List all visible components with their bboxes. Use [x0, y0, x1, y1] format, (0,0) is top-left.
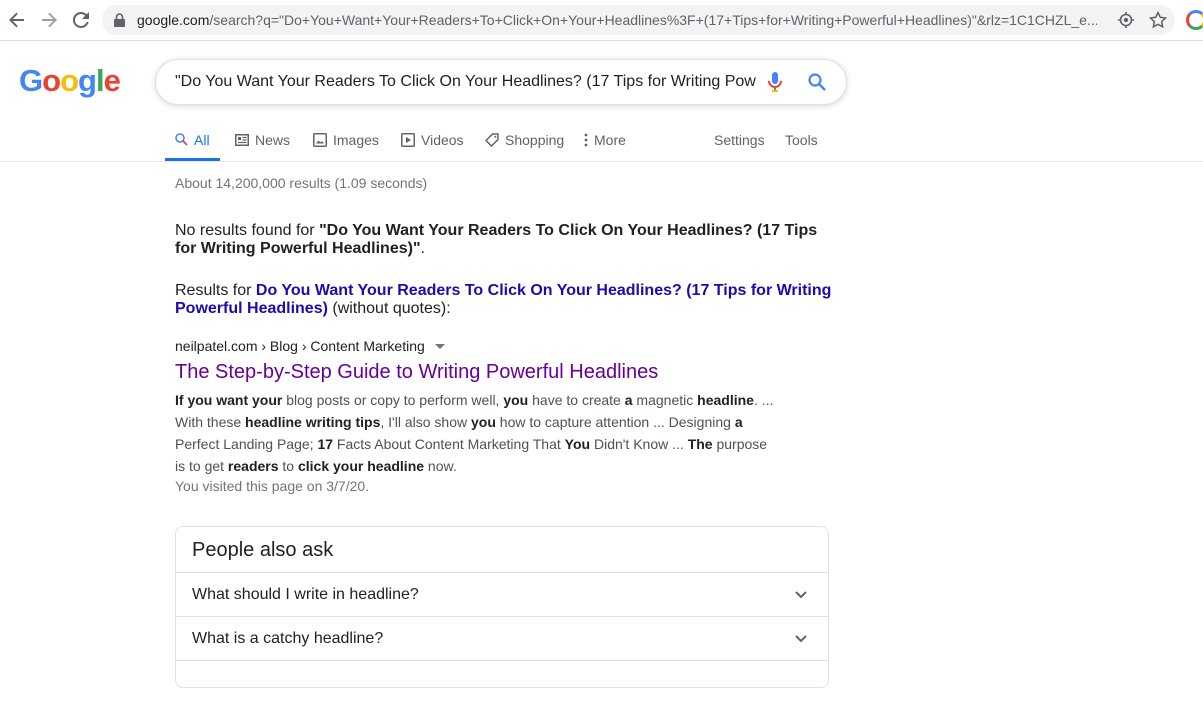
- result-snippet: If you want your blog posts or copy to p…: [175, 392, 774, 474]
- browser-toolbar: google.com/search?q="Do+You+Want+Your+Re…: [0, 0, 1203, 41]
- microphone-icon[interactable]: [768, 72, 782, 92]
- tools-link[interactable]: Tools: [785, 118, 818, 161]
- paa-question[interactable]: What should I write in headline?: [176, 572, 828, 617]
- logo-letter: e: [103, 63, 121, 98]
- extension-icon[interactable]: [1186, 10, 1203, 30]
- image-icon: [313, 132, 327, 147]
- logo-letter: g: [78, 63, 97, 98]
- news-icon: [235, 133, 249, 146]
- paa-question[interactable]: [176, 660, 828, 705]
- tab-videos[interactable]: Videos: [401, 118, 464, 161]
- tab-label: All: [194, 131, 210, 148]
- no-results-notice: No results found for "Do You Want Your R…: [175, 222, 835, 258]
- search-tabs: All News Images Videos Shopping More Set…: [0, 118, 1203, 162]
- search-icon: [175, 133, 188, 146]
- more-dots-icon: [584, 133, 588, 146]
- forward-button[interactable]: [38, 9, 60, 31]
- tab-more[interactable]: More: [584, 118, 626, 161]
- video-icon: [401, 132, 415, 147]
- address-bar[interactable]: google.com/search?q="Do+You+Want+Your+Re…: [102, 5, 1175, 35]
- reload-button[interactable]: [70, 9, 92, 31]
- logo-letter: l: [95, 63, 105, 98]
- logo-letter: G: [19, 63, 43, 98]
- people-also-ask: People also ask What should I write in h…: [175, 526, 829, 688]
- lock-icon: [114, 13, 125, 27]
- location-target-icon[interactable]: [1117, 11, 1135, 29]
- back-button[interactable]: [6, 9, 28, 31]
- url-text: google.com/search?q="Do+You+Want+Your+Re…: [137, 5, 1097, 35]
- results-for-prefix: Results for: [175, 282, 256, 299]
- logo-letter: o: [42, 63, 61, 98]
- chevron-down-icon: [795, 635, 807, 643]
- google-logo[interactable]: Google: [19, 63, 121, 99]
- search-icon[interactable]: [808, 73, 826, 91]
- chevron-down-icon: [795, 591, 807, 599]
- search-input[interactable]: "Do You Want Your Readers To Click On Yo…: [175, 60, 760, 104]
- tab-label: Shopping: [505, 131, 565, 148]
- paa-question-text: What should I write in headline?: [192, 586, 419, 603]
- caret-down-icon[interactable]: [434, 343, 445, 349]
- notice-prefix: No results found for: [175, 222, 320, 239]
- results-for-notice: Results for Do You Want Your Readers To …: [175, 282, 835, 318]
- tab-news[interactable]: News: [235, 118, 290, 161]
- paa-question[interactable]: What is a catchy headline?: [176, 616, 828, 661]
- tab-label: Videos: [421, 131, 464, 148]
- settings-label: Settings: [714, 131, 765, 148]
- back-arrow-icon: [9, 12, 24, 28]
- search-box[interactable]: "Do You Want Your Readers To Click On Yo…: [155, 59, 847, 105]
- results-for-suffix: (without quotes):: [327, 300, 451, 317]
- forward-arrow-icon: [42, 12, 57, 28]
- reload-icon: [73, 12, 89, 28]
- settings-link[interactable]: Settings: [714, 118, 765, 161]
- tab-label: Images: [333, 131, 379, 148]
- url-path: /search?q="Do+You+Want+Your+Readers+To+C…: [209, 12, 1097, 28]
- result-stats: About 14,200,000 results (1.09 seconds): [175, 175, 428, 191]
- notice-suffix: .: [420, 240, 425, 257]
- result-title-link[interactable]: The Step-by-Step Guide to Writing Powerf…: [175, 361, 658, 384]
- bookmark-star-icon[interactable]: [1149, 11, 1167, 29]
- tab-label: News: [255, 131, 291, 148]
- url-host: google.com: [137, 12, 210, 28]
- tab-all[interactable]: All: [165, 118, 220, 161]
- tools-label: Tools: [785, 131, 818, 148]
- result-cite: neilpatel.com › Blog › Content Marketing: [175, 338, 445, 354]
- result-breadcrumb: neilpatel.com › Blog › Content Marketing: [175, 338, 425, 354]
- tab-shopping[interactable]: Shopping: [485, 118, 564, 161]
- tab-images[interactable]: Images: [313, 118, 379, 161]
- results-for-link[interactable]: Do You Want Your Readers To Click On You…: [175, 282, 831, 317]
- visited-note: You visited this page on 3/7/20.: [175, 478, 370, 494]
- tab-label: More: [594, 131, 626, 148]
- tag-icon: [485, 132, 499, 147]
- paa-heading: People also ask: [192, 539, 334, 561]
- logo-letter: o: [60, 63, 79, 98]
- paa-question-text: What is a catchy headline?: [192, 630, 384, 647]
